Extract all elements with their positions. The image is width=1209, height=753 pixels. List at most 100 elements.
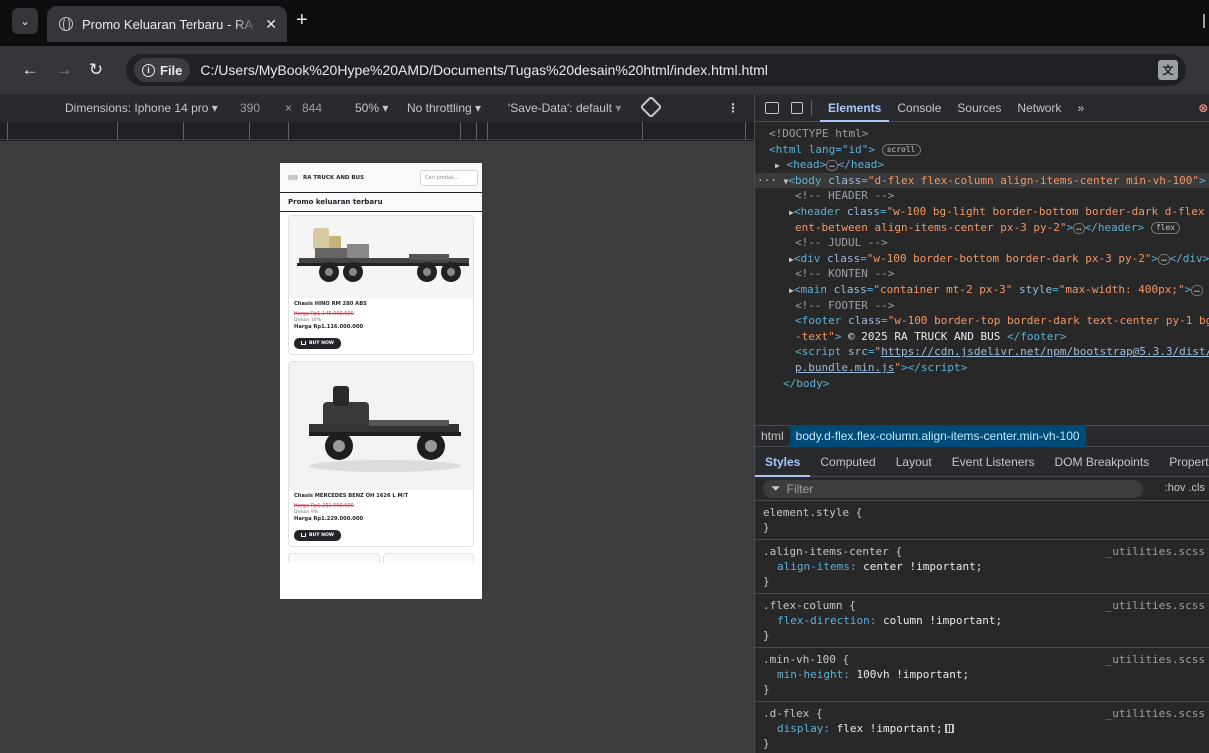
style-rules: element.style { } .align-items-center { …	[755, 501, 1209, 753]
product-discount: Diskon 10%	[294, 318, 322, 323]
save-data-select[interactable]: 'Save-Data': default ▾	[508, 101, 621, 115]
style-rule[interactable]: .flex-column { _utilities.scss flex-dire…	[755, 594, 1209, 648]
new-tab-button[interactable]: +	[296, 9, 308, 32]
translate-icon[interactable]: 文	[1158, 60, 1178, 80]
width-input[interactable]: 390	[240, 101, 260, 115]
browser-toolbar: ← → ↻ i File C:/Users/MyBook%20Hype%20AM…	[0, 46, 1209, 94]
tab-computed[interactable]: Computed	[810, 447, 885, 477]
dom-node-header[interactable]: ▶<header class="w-100 bg-light border-bo…	[755, 204, 1209, 220]
url-text[interactable]: C:/Users/MyBook%20Hype%20AMD/Documents/T…	[200, 62, 768, 78]
dom-comment-footer[interactable]: <!-- FOOTER -->	[755, 298, 1209, 314]
more-options-icon[interactable]: ⋮	[727, 101, 739, 115]
buy-now-button[interactable]: BUY NOW	[294, 529, 341, 541]
device-toolbar: Dimensions: Iphone 14 pro ▾ 390 × 844 50…	[0, 94, 754, 122]
rule-property[interactable]: min-height	[777, 668, 843, 681]
throttling-select[interactable]: No throttling ▾	[407, 101, 481, 115]
tab-network[interactable]: Network	[1009, 94, 1069, 122]
tab-dom-breakpoints[interactable]: DOM Breakpoints	[1044, 447, 1159, 477]
flexbox-editor-icon[interactable]	[944, 724, 954, 733]
product-old-price: Harga Rp1.145.000.000	[294, 311, 354, 317]
style-rule[interactable]: .d-flex { _utilities.scss display: flex …	[755, 702, 1209, 753]
product-image	[289, 362, 473, 490]
dom-node-footer-cont[interactable]: -text"> © 2025 RA TRUCK AND BUS </footer…	[755, 329, 1209, 345]
rule-selector: element.style {	[763, 506, 863, 519]
device-toggle-icon[interactable]	[791, 101, 803, 114]
inspect-element-icon[interactable]	[765, 101, 779, 114]
dom-node-doctype[interactable]: <!DOCTYPE html>	[755, 126, 1209, 142]
rule-property[interactable]: display	[777, 722, 823, 735]
rule-source-link[interactable]: _utilities.scss	[1106, 706, 1205, 721]
search-input[interactable]: Cari produk...	[420, 169, 478, 186]
crumb-body[interactable]: body.d-flex.flex-column.align-items-cent…	[789, 425, 1086, 447]
dom-node-script-cont[interactable]: p.bundle.min.js"></script>	[755, 360, 1209, 376]
style-rule[interactable]: .align-items-center { _utilities.scss al…	[755, 540, 1209, 594]
cart-icon	[301, 341, 306, 345]
tab-layout[interactable]: Layout	[886, 447, 942, 477]
devtools-panel: Elements Console Sources Network » ⊗1 <!…	[754, 94, 1209, 753]
rotate-icon[interactable]	[639, 95, 663, 119]
filter-icon: ⏷	[771, 481, 781, 495]
height-input[interactable]: 844	[302, 101, 322, 115]
rule-value[interactable]: column !important;	[883, 614, 1002, 627]
close-tab-icon[interactable]: ✕	[265, 16, 277, 33]
dom-node-body[interactable]: ··· ▼<body class="d-flex flex-column ali…	[755, 172, 1209, 189]
address-bar[interactable]: i File C:/Users/MyBook%20Hype%20AMD/Docu…	[126, 54, 1186, 86]
dom-tree: <!DOCTYPE html> <html lang="id"> scroll …	[755, 122, 1209, 425]
dom-node-head[interactable]: ▶ <head>… </head>	[755, 157, 1209, 173]
dom-node-main[interactable]: ▶<main class="container mt-2 px-3" style…	[755, 282, 1209, 298]
dom-comment-judul[interactable]: <!-- JUDUL -->	[755, 235, 1209, 251]
reload-button[interactable]: ↻	[82, 60, 110, 80]
dom-node-div[interactable]: ▶<div class="w-100 border-bottom border-…	[755, 251, 1209, 267]
rule-value[interactable]: flex !important;	[837, 722, 943, 735]
dom-node-script[interactable]: <script src="https://cdn.jsdelivr.net/np…	[755, 344, 1209, 360]
dom-comment-header[interactable]: <!-- HEADER -->	[755, 188, 1209, 204]
tab-title: Promo Keluaran Terbaru - RA TRUCK AND BU…	[82, 16, 259, 32]
rule-value[interactable]: 100vh !important;	[856, 668, 969, 681]
product-card: Chasis HINO RM 280 ABS Harga Rp1.145.000…	[288, 215, 474, 355]
dom-comment-konten[interactable]: <!-- KONTEN -->	[755, 266, 1209, 282]
crumb-html[interactable]: html	[755, 429, 790, 443]
dom-node-footer[interactable]: <footer class="w-100 border-top border-d…	[755, 313, 1209, 329]
tab-event-listeners[interactable]: Event Listeners	[942, 447, 1045, 477]
rule-property[interactable]: flex-direction	[777, 614, 870, 627]
dom-node-body-close[interactable]: </body>	[755, 376, 1209, 392]
product-name: Chasis HINO RM 280 ABS	[294, 301, 367, 307]
product-list: Chasis HINO RM 280 ABS Harga Rp1.145.000…	[280, 212, 482, 566]
rule-source-link[interactable]: _utilities.scss	[1106, 652, 1205, 667]
script-src-link[interactable]: https://cdn.jsdelivr.net/npm/bootstrap@5…	[881, 345, 1209, 358]
dom-node-html[interactable]: <html lang="id"> scroll	[755, 142, 1209, 158]
tab-sources[interactable]: Sources	[949, 94, 1009, 122]
hov-cls-toggles[interactable]: :hov .cls	[1165, 482, 1205, 494]
rule-property[interactable]: align-items	[777, 560, 850, 573]
tab-console[interactable]: Console	[889, 94, 949, 122]
rule-source-link[interactable]: _utilities.scss	[1106, 544, 1205, 559]
globe-icon	[59, 17, 73, 32]
tab-properties[interactable]: Properties	[1159, 447, 1209, 477]
forward-button[interactable]: →	[50, 60, 78, 80]
more-tabs-button[interactable]: »	[1069, 94, 1092, 122]
zoom-select[interactable]: 50% ▾	[355, 101, 388, 115]
rule-value[interactable]: center !important;	[863, 560, 982, 573]
site-info-chip[interactable]: i File	[134, 58, 191, 82]
back-button[interactable]: ←	[16, 60, 44, 80]
styles-filter-input[interactable]: ⏷ Filter	[763, 479, 1143, 498]
style-rule[interactable]: .min-vh-100 { _utilities.scss min-height…	[755, 648, 1209, 702]
rule-source-link[interactable]: _utilities.scss	[1106, 598, 1205, 613]
device-select[interactable]: Dimensions: Iphone 14 pro ▾	[65, 101, 218, 115]
product-price: Harga Rp1.116.000.000	[294, 324, 364, 330]
product-price: Harga Rp1.229.000.000	[294, 516, 364, 522]
buy-now-button[interactable]: BUY NOW	[294, 337, 341, 349]
error-count-badge[interactable]: ⊗1	[1198, 101, 1209, 115]
tab-elements[interactable]: Elements	[820, 94, 890, 122]
dom-node-header-cont[interactable]: ent-between align-items-center px-3 py-2…	[755, 220, 1209, 236]
site-header: RA TRUCK AND BUS Cari produk...	[280, 163, 482, 193]
logo-mark	[288, 175, 298, 180]
tab-styles[interactable]: Styles	[755, 447, 811, 477]
info-icon: i	[142, 63, 155, 77]
file-label: File	[160, 62, 183, 78]
site-logo[interactable]: RA TRUCK AND BUS	[288, 175, 364, 181]
browser-tab[interactable]: Promo Keluaran Terbaru - RA TRUCK AND BU…	[47, 6, 287, 42]
style-rule-element[interactable]: element.style { }	[755, 501, 1209, 540]
tab-search-button[interactable]: ⌄	[12, 8, 38, 34]
window-control-edge	[1203, 14, 1209, 28]
